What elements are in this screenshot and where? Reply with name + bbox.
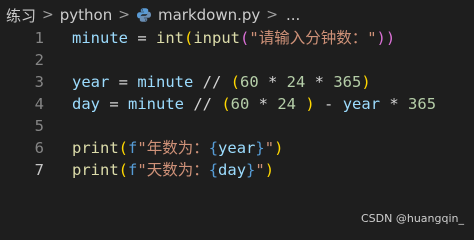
- breadcrumb-subfolder[interactable]: python: [60, 6, 112, 24]
- breadcrumb-file[interactable]: markdown.py: [158, 6, 260, 24]
- line-number: 4: [34, 95, 44, 113]
- line-number: 2: [34, 51, 44, 69]
- code-line: 2: [0, 49, 474, 71]
- code-line: 6 print(f"年数为：{year}"): [0, 137, 474, 159]
- line-number: 6: [34, 139, 44, 157]
- code-line: 7 print(f"天数为：{day}"): [0, 159, 474, 181]
- line-number: 7: [34, 161, 44, 179]
- code-line: 1 minute = int(input("请输入分钟数：")): [0, 27, 474, 49]
- line-number: 1: [34, 29, 44, 47]
- code-text[interactable]: print(f"年数为：{year}"): [72, 137, 283, 159]
- code-line: 5: [0, 115, 474, 137]
- code-line: 3 year = minute // (60 * 24 * 365): [0, 71, 474, 93]
- watermark: CSDN @huangqin_: [360, 212, 464, 225]
- breadcrumb-more[interactable]: ...: [286, 6, 300, 24]
- line-number: 5: [34, 117, 44, 135]
- python-file-icon: [136, 8, 151, 22]
- code-text[interactable]: minute = int(input("请输入分钟数：")): [72, 27, 395, 49]
- line-number: 3: [34, 73, 44, 91]
- code-text[interactable]: day = minute // (60 * 24 ) - year * 365: [72, 93, 436, 115]
- code-editor[interactable]: 1 minute = int(input("请输入分钟数：")) 2 3 yea…: [0, 25, 474, 231]
- code-line: 4 day = minute // (60 * 24 ) - year * 36…: [0, 93, 474, 115]
- chevron-right-icon: >: [42, 7, 54, 23]
- chevron-right-icon: >: [118, 7, 130, 23]
- code-text[interactable]: print(f"天数为：{day}"): [72, 159, 274, 181]
- breadcrumb-folder[interactable]: 练习: [6, 5, 36, 26]
- code-text[interactable]: year = minute // (60 * 24 * 365): [72, 71, 371, 93]
- chevron-right-icon: >: [266, 7, 279, 23]
